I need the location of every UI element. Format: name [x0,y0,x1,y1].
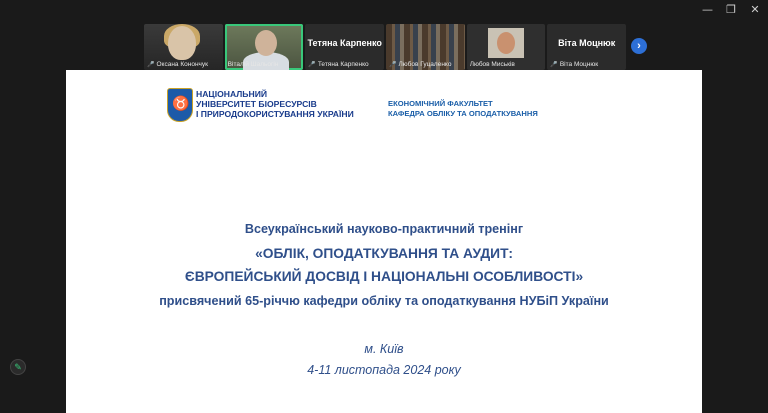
participant-tile[interactable]: Тетяна Карпенко 🎤 Тетяна Карпенко [305,24,385,70]
department-line: КАФЕДРА ОБЛІКУ ТА ОПОДАТКУВАННЯ [388,109,538,118]
university-name-line: УНІВЕРСИТЕТ БІОРЕСУРСІВ [196,99,317,109]
participant-name: Любов Гуцаленко [398,61,452,68]
minimize-button[interactable]: — [702,3,713,17]
participant-name-label: 🎤 Любов Гуцаленко [389,61,463,68]
university-name-line: І ПРИРОДОКОРИСТУВАННЯ УКРАЇНИ [196,109,354,119]
slide-subtitle: присвячений 65-річчю кафедри обліку та о… [159,294,609,308]
mic-muted-icon: 🎤 [389,62,397,68]
participant-name-label: 🎤 Оксана Конончук [147,61,221,68]
participant-name: Тетяна Карпенко [317,61,369,68]
participant-display-name: Віта Моцнюк [558,38,616,48]
participant-face [496,32,515,54]
chevron-right-icon[interactable]: › [631,38,647,54]
slide-title-line: «ОБЛІК, ОПОДАТКУВАННЯ ТА АУДИТ: [255,246,513,261]
maximize-button[interactable]: ❐ [726,3,736,17]
slide-title-line: Всеукраїнський науково-практичний тренін… [244,222,524,236]
window-controls: — ❐ ✕ [702,3,760,17]
slide-city: м. Київ [364,342,404,356]
participant-name: Віталій Шальогін [227,61,279,68]
mic-muted-icon: 🎤 [147,62,155,68]
university-logo: ♉ [167,88,193,122]
mic-muted-icon: 🎤 [308,62,316,68]
mic-muted-icon: 🎤 [550,62,558,68]
participant-display-name: Тетяна Карпенко [307,38,382,48]
faculty-name: ЕКОНОМІЧНИЙ ФАКУЛЬТЕТ КАФЕДРА ОБЛІКУ ТА … [388,99,538,119]
university-name-line: НАЦІОНАЛЬНИЙ [196,89,268,99]
participant-name: Оксана Конончук [156,61,209,68]
participant-tile[interactable]: Віта Моцнюк 🎤 Віта Моцнюк [547,24,627,70]
participant-face [168,26,196,60]
participant-name-label: Віталій Шальогін [228,61,302,68]
participant-name-label: Любов Миськів [470,61,544,68]
participant-name: Віта Моцнюк [559,61,599,68]
participant-strip: 🎤 Оксана Конончук Віталій Шальогін Тетян… [144,24,627,70]
slide-title-line: ЄВРОПЕЙСЬКИЙ ДОСВІД І НАЦІОНАЛЬНІ ОСОБЛИ… [184,269,584,284]
participant-name-label: 🎤 Віта Моцнюк [550,61,624,68]
participant-tile[interactable]: 🎤 Оксана Конончук [144,24,223,70]
logo-emblem-icon: ♉ [172,95,190,111]
participant-tile[interactable]: Любов Миськів [466,24,546,70]
pen-icon[interactable]: ✎ [10,359,26,375]
close-button[interactable]: ✕ [750,3,760,17]
participant-tile-active-speaker[interactable]: Віталій Шальогін [224,24,304,70]
shared-slide: ♉ НАЦІОНАЛЬНИЙ УНІВЕРСИТЕТ БІОРЕСУРСІВ І… [66,70,702,413]
university-name: НАЦІОНАЛЬНИЙ УНІВЕРСИТЕТ БІОРЕСУРСІВ І П… [196,89,354,119]
participant-name: Любов Миськів [469,61,515,68]
participant-tile[interactable]: 🎤 Любов Гуцаленко [386,24,465,70]
participant-face [254,30,277,56]
slide-dates: 4-11 листопада 2024 року [307,363,461,377]
participant-name-label: 🎤 Тетяна Карпенко [308,61,382,68]
faculty-line: ЕКОНОМІЧНИЙ ФАКУЛЬТЕТ [388,99,493,108]
